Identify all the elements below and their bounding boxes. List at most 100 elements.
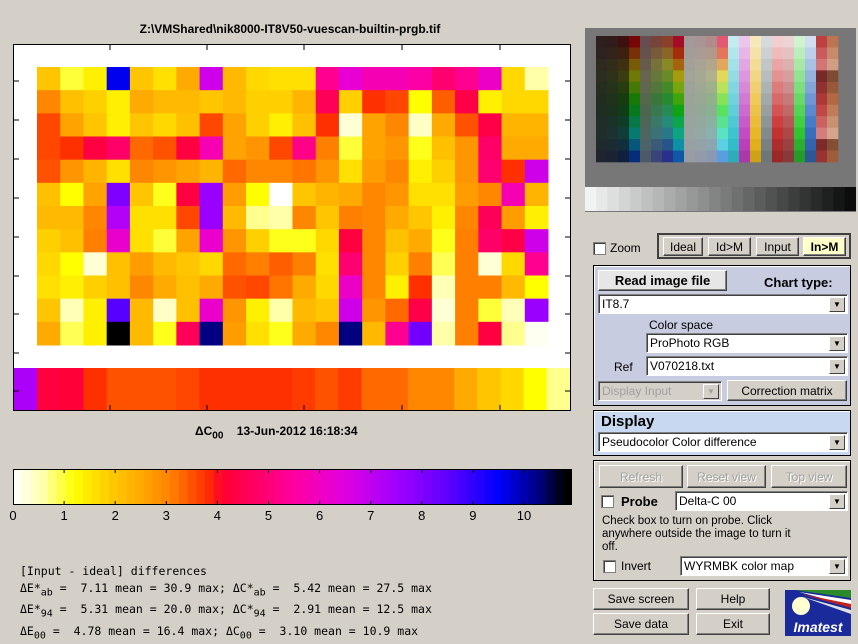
patch-cell <box>385 275 410 300</box>
thumb-patch <box>772 150 784 163</box>
patch-cell <box>83 206 108 230</box>
patch-cell <box>176 321 201 346</box>
thumb-patch <box>772 127 784 140</box>
gray-patch-cell <box>384 368 409 410</box>
refresh-button[interactable]: Refresh <box>599 465 683 488</box>
patch-cell <box>292 298 317 323</box>
save-data-button[interactable]: Save data <box>593 613 689 635</box>
thumb-patch <box>607 150 619 163</box>
view-input-button[interactable]: Input <box>756 237 799 256</box>
patch-cell <box>385 90 410 114</box>
display-mode-select[interactable]: Pseudocolor Color difference ▼ <box>598 432 848 452</box>
patch-cell <box>153 298 177 323</box>
view-button-group: Ideal Id>M Input In>M <box>657 233 851 259</box>
patch-cell <box>37 275 61 300</box>
thumb-patch <box>816 58 828 71</box>
patch-cell <box>222 136 247 161</box>
thumb-patch <box>750 104 762 117</box>
thumb-patch <box>772 36 784 48</box>
patch-cell <box>106 90 131 114</box>
patch-cell <box>362 90 386 114</box>
thumb-patch <box>761 104 773 117</box>
patch-cell <box>222 229 247 253</box>
patch-cell <box>408 229 433 253</box>
thumb-patch <box>684 127 696 140</box>
display-input-select[interactable]: Display Input ▼ <box>598 381 722 401</box>
patch-cell <box>362 298 386 323</box>
image-title: Z:\VMShared\nik8000-IT8V50-vuescan-built… <box>139 22 441 36</box>
reset-view-button[interactable]: Reset view <box>687 465 766 488</box>
thumb-patch <box>728 47 740 60</box>
patch-cell <box>431 275 456 300</box>
help-button[interactable]: Help <box>696 588 770 610</box>
top-view-button[interactable]: Top view <box>771 465 847 488</box>
thumb-patch <box>662 139 674 151</box>
ref-select[interactable]: V070218.txt ▼ <box>646 356 848 376</box>
colorbar-segment <box>13 469 23 505</box>
colormap-select[interactable]: WYRMBK color map ▼ <box>680 556 848 576</box>
patch-cell <box>37 206 61 230</box>
patch-cell <box>431 90 456 114</box>
patch-cell <box>83 321 108 346</box>
thumb-gray-patch <box>720 187 733 211</box>
thumb-patch <box>596 47 608 60</box>
thumb-patch <box>640 81 652 94</box>
thumb-patch <box>827 116 839 128</box>
thumb-patch <box>816 81 828 94</box>
color-difference-plot[interactable] <box>13 44 571 411</box>
color-space-select[interactable]: ProPhoto RGB ▼ <box>646 333 848 353</box>
patch-cell <box>222 90 247 114</box>
patch-cell <box>199 136 224 161</box>
colorbar-segment <box>274 469 285 505</box>
probe-select[interactable]: Delta-C 00 ▼ <box>675 491 848 511</box>
thumb-patch <box>827 104 839 117</box>
patch-cell <box>199 229 224 253</box>
thumb-patch <box>761 70 773 83</box>
patch-cell <box>524 113 549 137</box>
gray-patch-cell <box>523 368 548 410</box>
thumb-patch <box>772 116 784 128</box>
patch-cell <box>153 182 177 207</box>
patch-cell <box>385 113 410 137</box>
thumb-patch <box>772 139 784 151</box>
correction-matrix-button[interactable]: Correction matrix <box>727 380 847 401</box>
patch-cell <box>269 252 293 276</box>
patch-cell <box>269 90 293 114</box>
thumb-patch <box>794 104 806 117</box>
patch-cell <box>246 113 270 137</box>
colorbar-segment <box>108 469 119 505</box>
thumb-patch <box>596 139 608 151</box>
patch-cell <box>408 67 433 91</box>
patch-cell <box>431 321 456 346</box>
patch-cell <box>83 113 108 137</box>
thumb-patch <box>728 58 740 71</box>
thumb-patch <box>684 81 696 94</box>
thumb-patch <box>739 47 751 60</box>
thumb-patch <box>629 150 641 163</box>
invert-checkbox[interactable] <box>603 560 616 573</box>
exit-button[interactable]: Exit <box>696 613 770 635</box>
heatmap-svg <box>14 45 570 410</box>
thumb-patch <box>596 127 608 140</box>
patch-cell <box>362 252 386 276</box>
patch-cell <box>455 321 479 346</box>
save-screen-button[interactable]: Save screen <box>593 588 689 610</box>
probe-checkbox[interactable] <box>601 495 614 508</box>
view-ideal-button[interactable]: Ideal <box>663 237 703 256</box>
colorbar-segment <box>396 469 407 505</box>
patch-cell <box>501 321 526 346</box>
patch-cell <box>176 182 201 207</box>
zoom-checkbox[interactable] <box>593 242 606 255</box>
thumb-patch <box>816 104 828 117</box>
view-in-m-button[interactable]: In>M <box>803 237 846 256</box>
patch-cell <box>292 159 317 184</box>
thumb-patch <box>717 58 729 71</box>
patch-cell <box>129 159 154 184</box>
gray-patch-cell <box>83 368 108 410</box>
chart-type-select[interactable]: IT8.7 ▼ <box>598 294 848 314</box>
gray-patch-cell <box>431 368 455 410</box>
read-image-file-button[interactable]: Read image file <box>598 270 727 291</box>
color-space-value: ProPhoto RGB <box>650 336 730 350</box>
max-value: 10.9 <box>362 623 391 638</box>
view-id-m-button[interactable]: Id>M <box>708 237 751 256</box>
